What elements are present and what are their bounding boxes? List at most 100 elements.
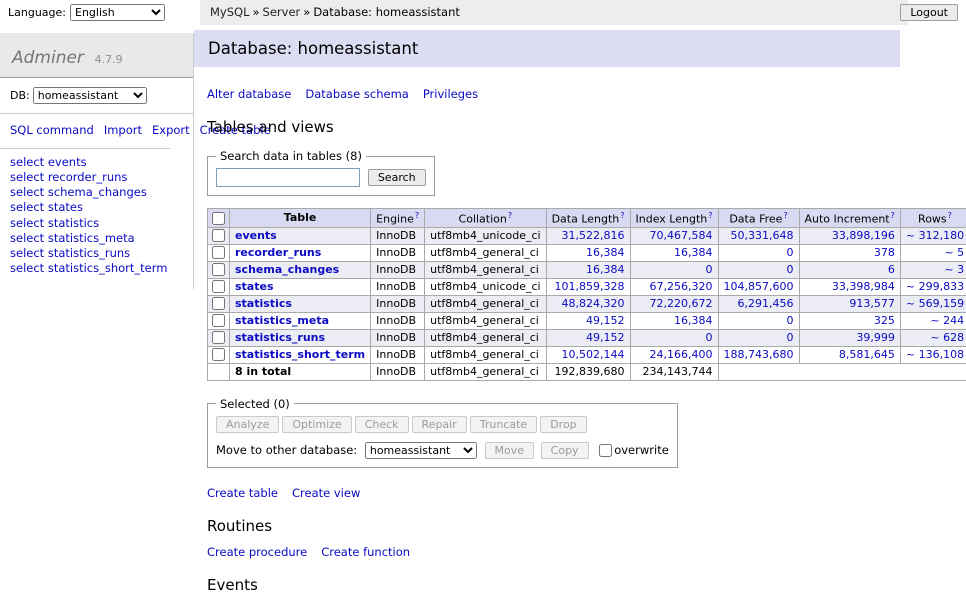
collation-cell: utf8mb4_general_ci [425,261,546,278]
row-select-cell [208,312,230,329]
row-checkbox-statistics-meta[interactable] [212,314,225,327]
rows-cell: ~ 628 [900,329,966,346]
table-name-cell: statistics [230,295,371,312]
row-select-cell [208,329,230,346]
engine-cell: InnoDB [371,329,425,346]
sidebar-select-recorder-runs[interactable]: select recorder_runs [10,170,127,184]
select-all-cell [208,209,230,228]
sidebar-select-statistics-short-term[interactable]: select statistics_short_term [10,261,167,275]
help-link[interactable]: ? [783,211,787,220]
sidebar-select-events[interactable]: select events [10,155,87,169]
row-checkbox-states[interactable] [212,280,225,293]
index_length-cell: 16,384 [630,312,718,329]
overwrite-option[interactable]: overwrite [599,443,669,457]
sidebar-link-import[interactable]: Import [104,123,142,137]
index_length-cell: 0 [630,329,718,346]
table-row: statisticsInnoDButf8mb4_general_ci48,824… [208,295,966,312]
truncate-button[interactable]: Truncate [470,416,537,433]
logout-button[interactable]: Logout [900,4,958,21]
check-button[interactable]: Check [355,416,409,433]
adminer-logo[interactable]: Adminer [12,48,84,68]
table-list-item: select statistics [10,217,183,230]
help-link[interactable]: ? [508,211,512,220]
table-link-statistics-short-term[interactable]: statistics_short_term [235,348,365,361]
sidebar-select-statistics[interactable]: select statistics [10,216,99,230]
help-link[interactable]: ? [620,211,624,220]
language-bar: Language: English [8,4,165,21]
total-engine-cell: InnoDB [371,363,425,380]
row-select-cell [208,261,230,278]
language-label: Language: [8,6,66,19]
help-link[interactable]: ? [948,211,952,220]
help-link[interactable]: ? [415,211,419,220]
col-header-table: Table [230,209,371,228]
table-link-recorder-runs[interactable]: recorder_runs [235,246,321,259]
table-link-statistics[interactable]: statistics [235,297,292,310]
total-row: 8 in totalInnoDButf8mb4_general_ci192,83… [208,363,966,380]
rows-cell: ~ 5 [900,244,966,261]
routine-link-create-procedure[interactable]: Create procedure [207,545,307,559]
analyze-button[interactable]: Analyze [216,416,279,433]
table-name-cell: statistics_runs [230,329,371,346]
col-header-engine: Engine? [371,209,425,228]
move-db-select[interactable]: homeassistant [365,442,477,459]
row-select-cell [208,278,230,295]
table-name-cell: schema_changes [230,261,371,278]
table-link-statistics-meta[interactable]: statistics_meta [235,314,329,327]
rows-cell: ~ 312,180 [900,227,966,244]
copy-button[interactable]: Copy [541,442,589,459]
help-link[interactable]: ? [891,211,895,220]
db-label: DB: [10,89,30,102]
data_free-cell: 0 [718,244,799,261]
move-button[interactable]: Move [485,442,535,459]
row-checkbox-statistics[interactable] [212,297,225,310]
table-row: statistics_runsInnoDButf8mb4_general_ci4… [208,329,966,346]
table-list-item: select statistics_short_term [10,262,183,275]
table-link-schema-changes[interactable]: schema_changes [235,263,339,276]
breadcrumb-server[interactable]: Server [263,5,301,19]
optimize-button[interactable]: Optimize [282,416,351,433]
create-link-create-table[interactable]: Create table [207,486,278,500]
search-button[interactable]: Search [368,169,426,186]
action-link-alter-database[interactable]: Alter database [207,87,291,101]
select-all-checkbox[interactable] [212,212,225,225]
table-link-states[interactable]: states [235,280,274,293]
breadcrumb-mysql[interactable]: MySQL [210,5,250,19]
row-checkbox-schema-changes[interactable] [212,263,225,276]
sidebar-link-sql-command[interactable]: SQL command [10,123,94,137]
db-select[interactable]: homeassistant [33,87,147,104]
data_free-cell: 188,743,680 [718,346,799,363]
help-link[interactable]: ? [708,211,712,220]
drop-button[interactable]: Drop [540,416,586,433]
sidebar-select-schema-changes[interactable]: select schema_changes [10,185,147,199]
sidebar-select-statistics-runs[interactable]: select statistics_runs [10,246,130,260]
overwrite-checkbox[interactable] [599,444,612,457]
table-link-statistics-runs[interactable]: statistics_runs [235,331,325,344]
table-link-events[interactable]: events [235,229,277,242]
sidebar-select-states[interactable]: select states [10,200,83,214]
language-select[interactable]: English [70,4,165,21]
engine-cell: InnoDB [371,312,425,329]
sidebar-link-export[interactable]: Export [152,123,190,137]
row-select-cell [208,295,230,312]
repair-button[interactable]: Repair [412,416,467,433]
page-title: Database: homeassistant [194,30,900,67]
row-checkbox-events[interactable] [212,229,225,242]
table-name-cell: states [230,278,371,295]
search-input[interactable] [216,168,360,187]
row-checkbox-statistics-runs[interactable] [212,331,225,344]
action-link-database-schema[interactable]: Database schema [305,87,408,101]
create-link-create-view[interactable]: Create view [292,486,360,500]
routines-heading: Routines [207,517,900,535]
index_length-cell: 72,220,672 [630,295,718,312]
routine-link-create-function[interactable]: Create function [321,545,410,559]
sidebar-select-statistics-meta[interactable]: select statistics_meta [10,231,135,245]
action-link-privileges[interactable]: Privileges [423,87,478,101]
row-checkbox-recorder-runs[interactable] [212,246,225,259]
engine-cell: InnoDB [371,244,425,261]
auto_increment-cell: 8,581,645 [799,346,900,363]
row-checkbox-statistics-short-term[interactable] [212,348,225,361]
col-header-auto-increment: Auto Increment? [799,209,900,228]
auto_increment-cell: 325 [799,312,900,329]
table-name-cell: statistics_meta [230,312,371,329]
